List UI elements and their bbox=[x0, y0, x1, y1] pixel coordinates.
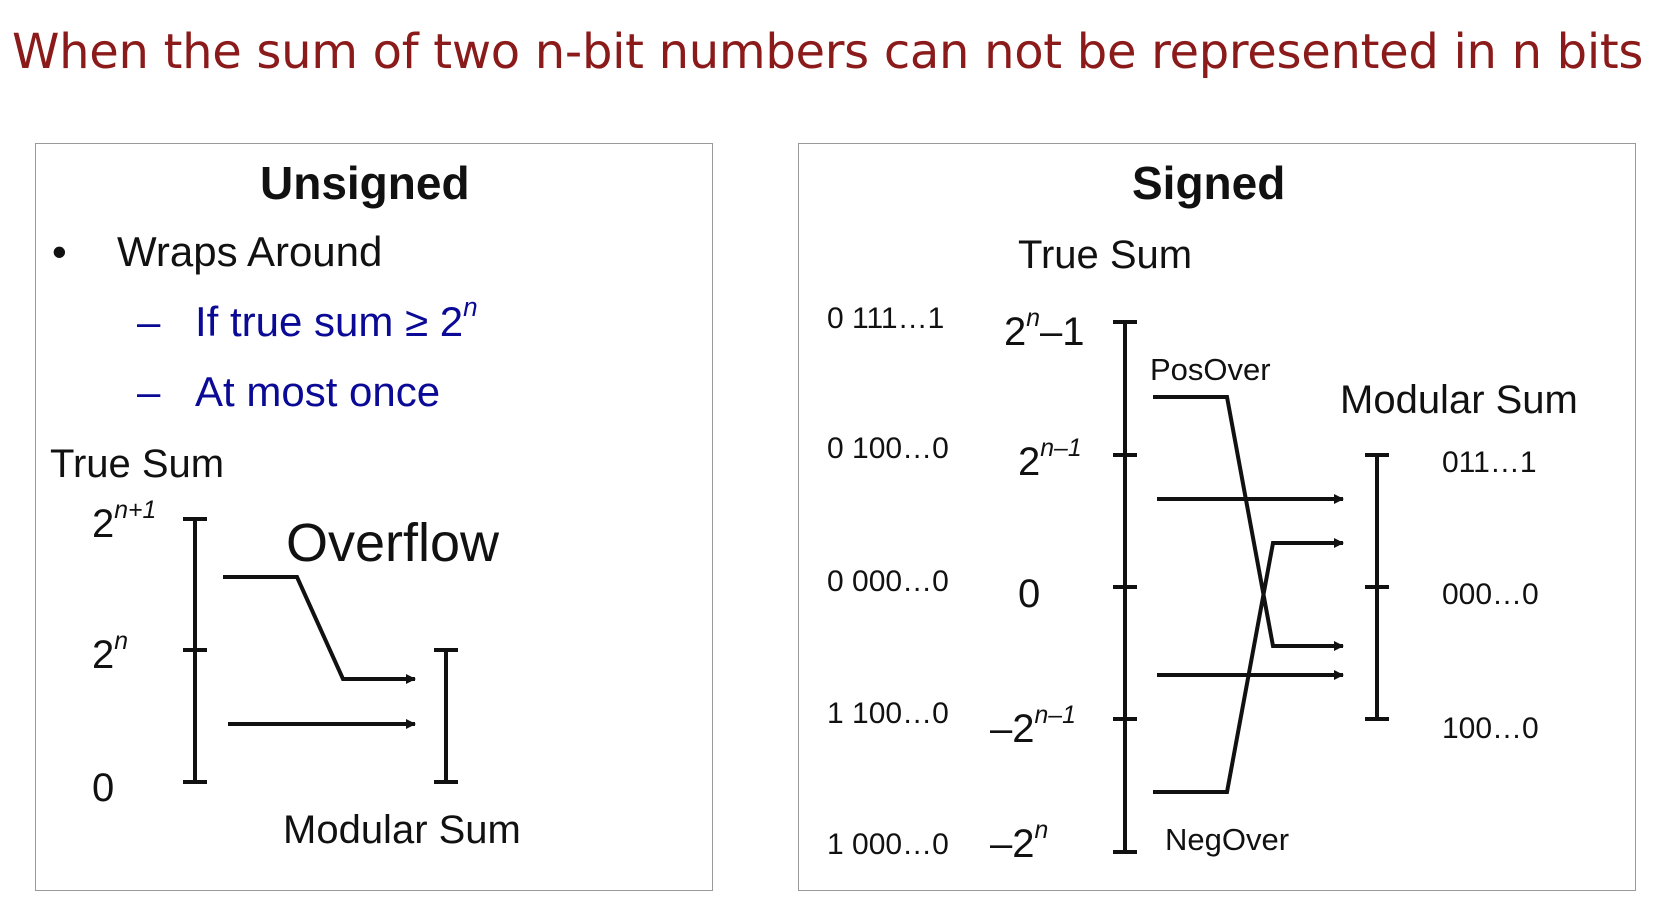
diagram-lines bbox=[183, 320, 1389, 854]
neg-over-arrow bbox=[1153, 538, 1344, 794]
pos-over-arrow bbox=[1153, 395, 1344, 651]
unsigned-overflow-arrow bbox=[223, 575, 416, 684]
